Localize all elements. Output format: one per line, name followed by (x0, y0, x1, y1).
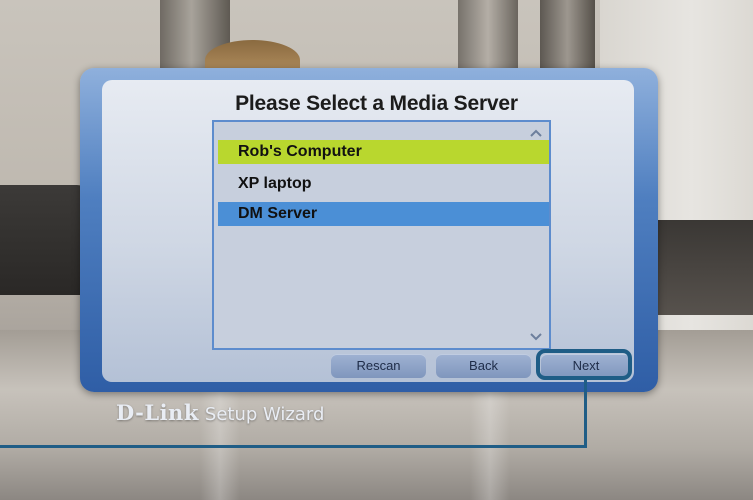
media-server-list[interactable]: Rob's Computer XP laptop DM Server (212, 120, 551, 350)
list-item-robs-computer[interactable]: Rob's Computer (218, 140, 549, 164)
callout-line-vertical (584, 380, 587, 448)
back-button[interactable]: Back (436, 354, 531, 378)
dlink-logo: D-Link (116, 400, 199, 425)
setup-wizard-branding: D-Link Setup Wizard (116, 400, 324, 426)
scroll-up-icon[interactable] (529, 128, 543, 138)
list-item-dm-server[interactable]: DM Server (218, 202, 549, 226)
dialog-title: Please Select a Media Server (235, 92, 518, 115)
callout-line-horizontal (0, 445, 587, 448)
next-button-highlight (536, 349, 632, 380)
rescan-button[interactable]: Rescan (331, 354, 426, 378)
scroll-down-icon[interactable] (529, 332, 543, 342)
list-item-xp-laptop[interactable]: XP laptop (218, 172, 549, 196)
wizard-subtitle: Setup Wizard (204, 404, 325, 425)
